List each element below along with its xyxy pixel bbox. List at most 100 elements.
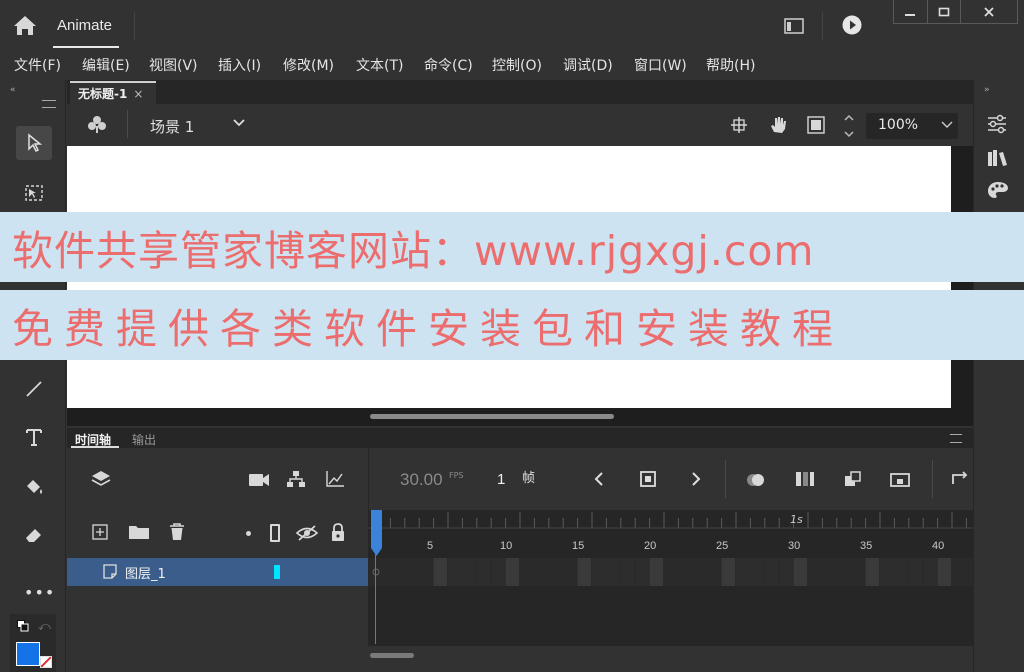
scene-label[interactable]: 场景 1 [150,116,194,137]
stop-icon[interactable] [639,470,657,488]
menu-view[interactable]: 视图(V) [149,55,198,75]
close-icon[interactable] [961,0,1017,23]
document-tab-label: 无标题-1 [78,87,128,101]
layer-controls-row [67,510,368,558]
close-tab-icon[interactable]: × [133,87,143,101]
menu-text[interactable]: 文本(T) [356,55,403,75]
eraser-icon[interactable] [16,518,52,552]
properties-icon[interactable] [986,114,1008,134]
title-separator [134,12,135,40]
more-tools-icon[interactable]: ••• [24,583,55,602]
swatches-icon[interactable] [986,180,1010,200]
layer-frame-cells[interactable] [368,558,973,586]
lock-icon[interactable] [330,522,346,542]
document-tab[interactable]: 无标题-1 × [70,81,156,104]
fps-unit: FPS [449,471,464,480]
right-panel: » [973,80,1024,672]
current-frame[interactable]: 1 [497,471,505,488]
layers-empty-area [67,586,368,646]
stroke-swap-icon[interactable] [17,620,29,632]
edit-multiple-frames-icon[interactable] [795,471,815,487]
new-folder-icon[interactable] [128,524,150,540]
tab-output[interactable]: 输出 [132,431,156,448]
layer-name[interactable]: 图层_1 [125,563,166,582]
swap-colors-icon[interactable]: ⤺ [38,619,51,634]
edit-symbols-icon[interactable] [86,114,108,136]
free-transform-icon[interactable] [16,176,52,210]
tools-panel: « ••• ⤺ [0,80,66,672]
loop-icon[interactable] [950,470,970,488]
fps-value[interactable]: 30.00 [400,470,443,490]
collapse-icon[interactable]: « [10,85,16,95]
frames-empty-area [368,586,973,646]
tick-label-10: 10 [500,540,513,552]
library-icon[interactable] [986,148,1010,168]
app-title-underline [53,46,119,48]
no-color-icon[interactable] [40,656,52,668]
workspace-icon[interactable] [784,18,804,34]
maximize-icon[interactable] [928,0,962,23]
stage-horizontal-scrollbar[interactable] [370,414,614,419]
app-title[interactable]: Animate [57,17,112,34]
frame-ruler[interactable] [368,510,973,558]
insert-keyframe-icon[interactable] [842,471,862,489]
insert-blank-keyframe-icon[interactable] [890,472,910,488]
window-controls [893,0,1018,24]
layers-icon[interactable] [90,469,112,489]
panel-menu-icon[interactable] [42,100,56,108]
zoom-dropdown-icon[interactable] [941,121,953,129]
chevron-down-icon[interactable] [232,118,246,128]
center-stage-icon[interactable] [730,116,748,134]
parent-view-icon[interactable] [286,470,306,488]
onion-skin-icon[interactable] [745,472,767,488]
delete-icon[interactable] [168,522,186,542]
new-layer-icon[interactable] [92,524,108,540]
zoom-value: 100% [878,117,919,133]
menu-modify[interactable]: 修改(M) [283,55,334,75]
playhead-handle[interactable] [370,510,383,556]
minimize-icon[interactable] [894,0,928,23]
menu-window[interactable]: 窗口(W) [634,55,687,75]
toolbar-divider-3 [932,460,933,498]
selection-tool-icon[interactable] [16,126,52,160]
layer-type-icon [103,564,117,579]
graph-icon[interactable] [325,470,345,488]
rotate-stage-icon[interactable] [767,114,789,136]
tick-label-30: 30 [788,540,801,552]
menu-file[interactable]: 文件(F) [14,55,61,75]
document-tab-bar [67,80,973,104]
frame-cells-grid [372,558,973,586]
menu-commands[interactable]: 命令(C) [424,55,473,75]
text-tool-icon[interactable] [16,420,52,454]
fill-color-swatch[interactable] [16,642,40,666]
line-tool-icon[interactable] [16,372,52,406]
home-icon[interactable] [12,13,38,37]
layer-row[interactable]: 图层_1 [67,558,368,586]
tick-label-25: 25 [716,540,729,552]
outline-view-icon[interactable] [270,524,280,542]
tick-label-15: 15 [572,540,585,552]
clip-stage-icon[interactable] [807,116,825,134]
visibility-icon[interactable] [296,524,318,542]
camera-icon[interactable] [248,473,270,487]
tick-label-20: 20 [644,540,657,552]
scene-bar [67,104,973,146]
timeline-horizontal-scrollbar[interactable] [370,653,414,658]
menu-edit[interactable]: 编辑(E) [82,55,130,75]
paint-bucket-icon[interactable] [16,470,52,504]
zoom-stepper-icon[interactable] [843,112,855,140]
tick-label-40: 40 [932,540,945,552]
highlight-layers-icon[interactable] [246,531,251,536]
menu-insert[interactable]: 插入(I) [218,55,261,75]
menu-help[interactable]: 帮助(H) [706,55,755,75]
prev-frame-icon[interactable] [593,471,605,487]
collapse-right-icon[interactable]: » [984,85,990,95]
layer-color-tag[interactable] [274,565,280,579]
timeline-menu-icon[interactable] [950,434,962,443]
scene-separator [127,110,128,138]
play-icon[interactable] [842,15,862,35]
next-frame-icon[interactable] [690,471,702,487]
frame-unit: 帧 [522,471,536,486]
menu-control[interactable]: 控制(O) [492,55,542,75]
menu-debug[interactable]: 调试(D) [563,55,613,75]
